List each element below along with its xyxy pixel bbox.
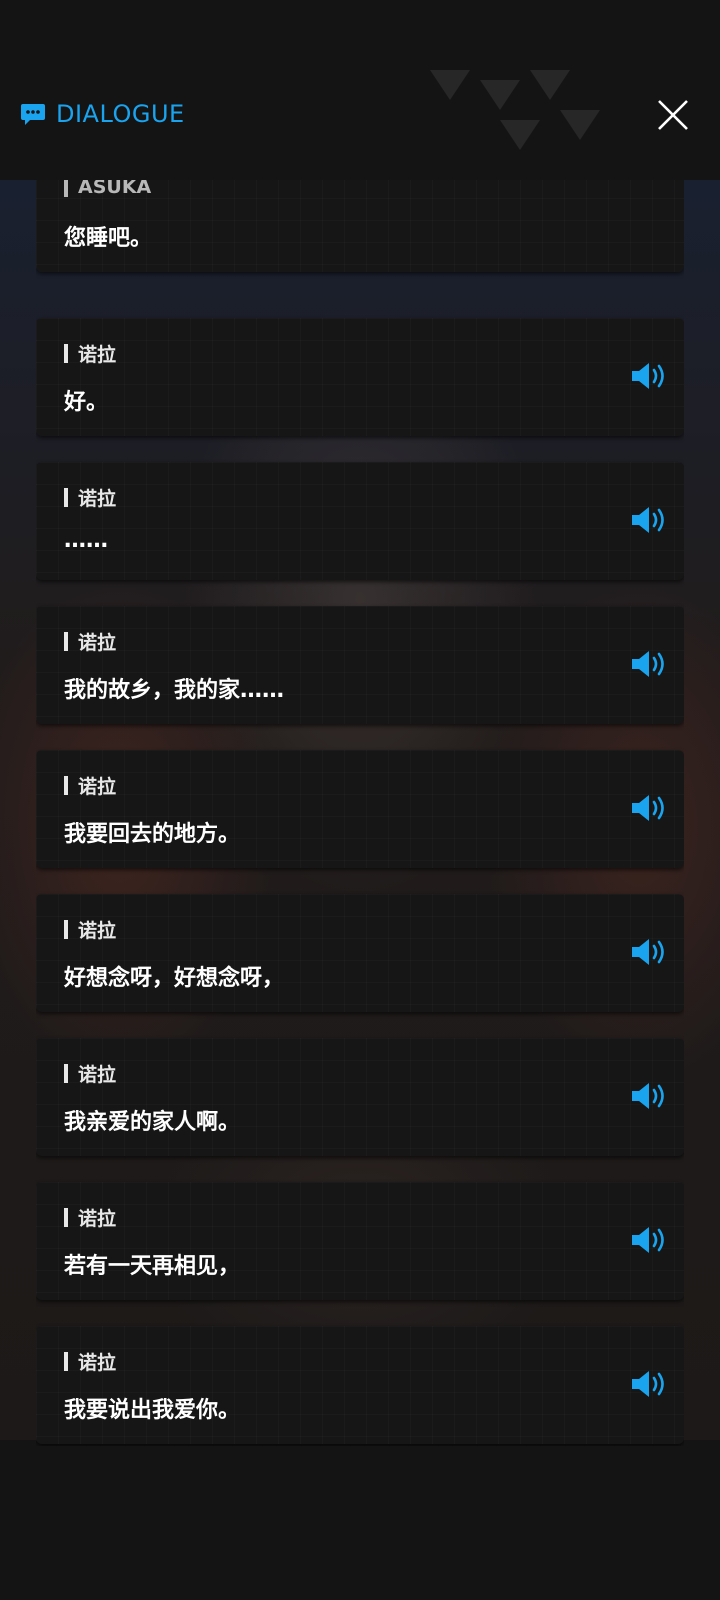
speaker-name: 诺拉 <box>78 488 117 510</box>
dialogue-text: 若有一天再相见， <box>64 1254 241 1279</box>
dialogue-entry: 诺拉我要回去的地方。 <box>36 750 684 868</box>
speaker-label: 诺拉 <box>64 1348 116 1375</box>
speaker-name: 诺拉 <box>78 632 117 654</box>
dialogue-title: DIALOGUE <box>56 100 185 128</box>
speaker-name: 诺拉 <box>78 1064 117 1086</box>
voice-play-icon[interactable] <box>630 1368 670 1400</box>
close-icon[interactable] <box>656 98 690 132</box>
speaker-marker <box>64 180 68 197</box>
voice-play-icon[interactable] <box>630 360 670 392</box>
dialogue-text: …… <box>64 528 108 553</box>
voice-play-icon[interactable] <box>630 1224 670 1256</box>
voice-play-icon[interactable] <box>630 648 670 680</box>
speaker-label: 诺拉 <box>64 1204 116 1231</box>
speaker-name: 诺拉 <box>78 1208 117 1230</box>
dialogue-text: 我的故乡，我的家…… <box>64 678 285 703</box>
decorative-triangles <box>430 70 600 150</box>
dialogue-entry: 诺拉我的故乡，我的家…… <box>36 606 684 724</box>
speaker-marker <box>64 920 68 939</box>
speaker-label: 诺拉 <box>64 916 116 943</box>
dialogue-entry: 诺拉好。 <box>36 318 684 436</box>
speaker-marker <box>64 776 68 795</box>
speaker-marker <box>64 1352 68 1371</box>
dialogue-entry: 诺拉 …… <box>36 462 684 580</box>
dialogue-text: 我要说出我爱你。 <box>64 1398 241 1423</box>
dialogue-text: 您睡吧。 <box>64 226 153 251</box>
speaker-label: 诺拉 <box>64 340 116 367</box>
speaker-name: 诺拉 <box>78 344 117 366</box>
speaker-label: 诺拉 <box>64 484 116 511</box>
dialogue-list[interactable]: ASUKA 您睡吧。 诺拉 好。 诺拉…… 诺拉 我的故乡，我的家…… 诺拉 我要回去的地方。诺… <box>36 180 684 1446</box>
voice-play-icon[interactable] <box>630 1080 670 1112</box>
dialogue-title-group: DIALOGUE <box>20 100 185 128</box>
voice-play-icon[interactable] <box>630 504 670 536</box>
speaker-marker <box>64 1208 68 1227</box>
speaker-label: 诺拉 <box>64 628 116 655</box>
speaker-label: ASUKA <box>64 180 151 198</box>
voice-play-icon[interactable] <box>630 792 670 824</box>
voice-play-icon[interactable] <box>630 936 670 968</box>
dialogue-entry: 诺拉若有一天再相见， <box>36 1182 684 1300</box>
speaker-name: 诺拉 <box>78 920 117 942</box>
chat-bubble-icon <box>21 104 45 125</box>
dialogue-header: DIALOGUE <box>0 0 720 180</box>
speaker-name: 诺拉 <box>78 776 117 798</box>
dialogue-entry: 诺拉我亲爱的家人啊。 <box>36 1038 684 1156</box>
footer-area <box>0 1446 720 1600</box>
dialogue-text: 好。 <box>64 390 109 415</box>
speaker-name: ASUKA <box>78 180 152 198</box>
dialogue-text: 好想念呀，好想念呀， <box>64 966 285 991</box>
speaker-marker <box>64 632 68 651</box>
speaker-marker <box>64 344 68 363</box>
dialogue-entry: 诺拉我要说出我爱你。 <box>36 1326 684 1444</box>
speaker-marker <box>64 1064 68 1083</box>
dialogue-entry: 诺拉好想念呀，好想念呀， <box>36 894 684 1012</box>
speaker-label: 诺拉 <box>64 1060 116 1087</box>
speaker-name: 诺拉 <box>78 1352 117 1374</box>
dialogue-entry: ASUKA 您睡吧。 <box>36 180 684 272</box>
dialogue-text: 我要回去的地方。 <box>64 822 241 847</box>
speaker-label: 诺拉 <box>64 772 116 799</box>
dialogue-text: 我亲爱的家人啊。 <box>64 1110 241 1135</box>
speaker-marker <box>64 488 68 507</box>
